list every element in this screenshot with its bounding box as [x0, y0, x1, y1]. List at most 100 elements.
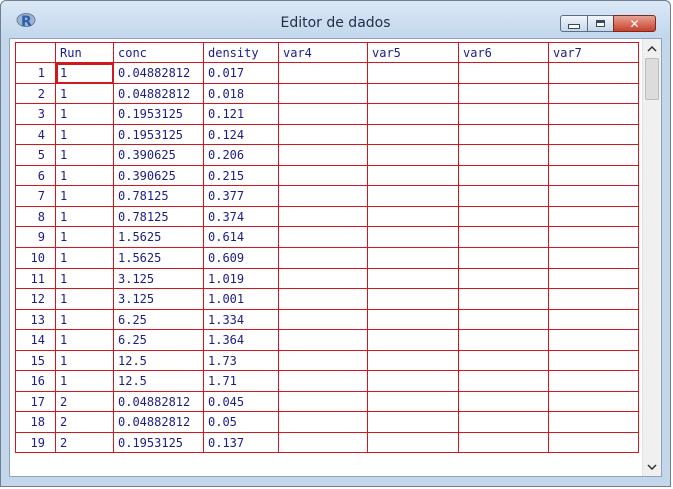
data-cell[interactable]: 0.045	[204, 392, 279, 412]
active-data-cell[interactable]: 1	[56, 63, 114, 84]
data-cell[interactable]	[549, 104, 639, 125]
data-cell[interactable]: 12.5	[114, 351, 204, 371]
data-cell[interactable]	[549, 289, 639, 310]
data-cell[interactable]	[368, 371, 459, 392]
data-cell[interactable]: 0.206	[204, 145, 279, 166]
data-cell[interactable]	[549, 310, 639, 330]
data-cell[interactable]	[459, 392, 549, 412]
scroll-thumb[interactable]	[645, 58, 659, 100]
row-header[interactable]: 10	[15, 248, 56, 269]
data-cell[interactable]	[279, 351, 368, 371]
column-header-density[interactable]: density	[204, 42, 279, 63]
column-header-var7[interactable]: var7	[549, 42, 639, 63]
data-cell[interactable]: 2	[56, 412, 114, 433]
minimize-button[interactable]	[560, 15, 588, 32]
data-cell[interactable]	[459, 310, 549, 330]
row-header[interactable]: 14	[15, 330, 56, 351]
data-cell[interactable]	[459, 186, 549, 207]
data-cell[interactable]	[549, 166, 639, 186]
data-cell[interactable]	[279, 125, 368, 145]
data-cell[interactable]	[549, 145, 639, 166]
data-cell[interactable]	[549, 248, 639, 269]
data-cell[interactable]	[368, 269, 459, 289]
row-header[interactable]: 2	[15, 84, 56, 104]
data-cell[interactable]	[459, 412, 549, 433]
data-cell[interactable]	[279, 392, 368, 412]
data-cell[interactable]	[279, 310, 368, 330]
data-cell[interactable]: 0.390625	[114, 145, 204, 166]
data-cell[interactable]	[459, 433, 549, 453]
row-header[interactable]: 1	[15, 63, 56, 84]
title-bar[interactable]: R Editor de dados ✕	[1, 1, 670, 37]
data-cell[interactable]: 1.5625	[114, 227, 204, 248]
data-cell[interactable]	[279, 289, 368, 310]
data-cell[interactable]	[368, 104, 459, 125]
row-header[interactable]: 7	[15, 186, 56, 207]
data-cell[interactable]: 3.125	[114, 289, 204, 310]
data-cell[interactable]: 1.364	[204, 330, 279, 351]
data-cell[interactable]	[549, 63, 639, 84]
data-cell[interactable]: 0.377	[204, 186, 279, 207]
data-cell[interactable]	[368, 351, 459, 371]
data-cell[interactable]: 1.73	[204, 351, 279, 371]
column-header-var5[interactable]: var5	[368, 42, 459, 63]
data-cell[interactable]: 1	[56, 371, 114, 392]
data-cell[interactable]	[549, 433, 639, 453]
data-cell[interactable]: 0.215	[204, 166, 279, 186]
data-cell[interactable]: 1.001	[204, 289, 279, 310]
data-cell[interactable]	[279, 227, 368, 248]
data-cell[interactable]: 1	[56, 84, 114, 104]
data-cell[interactable]	[368, 125, 459, 145]
data-cell[interactable]	[368, 289, 459, 310]
data-cell[interactable]: 0.018	[204, 84, 279, 104]
data-cell[interactable]: 1	[56, 269, 114, 289]
data-cell[interactable]: 6.25	[114, 330, 204, 351]
column-header-var6[interactable]: var6	[459, 42, 549, 63]
data-cell[interactable]	[279, 269, 368, 289]
data-cell[interactable]: 1.5625	[114, 248, 204, 269]
data-cell[interactable]	[459, 248, 549, 269]
data-cell[interactable]: 0.04882812	[114, 412, 204, 433]
row-header[interactable]: 13	[15, 310, 56, 330]
data-cell[interactable]: 0.1953125	[114, 125, 204, 145]
data-cell[interactable]	[279, 84, 368, 104]
row-header[interactable]: 17	[15, 392, 56, 412]
data-cell[interactable]	[279, 433, 368, 453]
data-cell[interactable]	[549, 412, 639, 433]
data-cell[interactable]	[368, 310, 459, 330]
data-cell[interactable]	[459, 166, 549, 186]
data-cell[interactable]	[279, 371, 368, 392]
data-cell[interactable]	[549, 125, 639, 145]
data-cell[interactable]: 1	[56, 125, 114, 145]
maximize-button[interactable]	[587, 15, 614, 32]
close-button[interactable]: ✕	[613, 15, 656, 32]
data-cell[interactable]	[279, 63, 368, 84]
column-header-run[interactable]: Run	[56, 42, 114, 63]
data-cell[interactable]: 0.1953125	[114, 104, 204, 125]
data-cell[interactable]	[459, 351, 549, 371]
data-cell[interactable]	[368, 63, 459, 84]
data-cell[interactable]: 0.04882812	[114, 84, 204, 104]
data-cell[interactable]: 0.1953125	[114, 433, 204, 453]
row-header[interactable]: 3	[15, 104, 56, 125]
data-cell[interactable]	[459, 371, 549, 392]
data-cell[interactable]	[368, 145, 459, 166]
data-cell[interactable]: 1	[56, 145, 114, 166]
data-cell[interactable]: 12.5	[114, 371, 204, 392]
row-header[interactable]: 6	[15, 166, 56, 186]
data-cell[interactable]	[368, 330, 459, 351]
data-cell[interactable]	[549, 351, 639, 371]
data-cell[interactable]: 1	[56, 207, 114, 227]
data-cell[interactable]	[459, 63, 549, 84]
data-cell[interactable]: 6.25	[114, 310, 204, 330]
data-cell[interactable]: 1	[56, 310, 114, 330]
data-cell[interactable]	[368, 433, 459, 453]
data-cell[interactable]: 3.125	[114, 269, 204, 289]
data-cell[interactable]: 0.614	[204, 227, 279, 248]
data-cell[interactable]: 0.78125	[114, 207, 204, 227]
data-cell[interactable]	[459, 269, 549, 289]
data-cell[interactable]	[368, 392, 459, 412]
column-header-conc[interactable]: conc	[114, 42, 204, 63]
data-cell[interactable]	[459, 330, 549, 351]
data-cell[interactable]: 1.334	[204, 310, 279, 330]
